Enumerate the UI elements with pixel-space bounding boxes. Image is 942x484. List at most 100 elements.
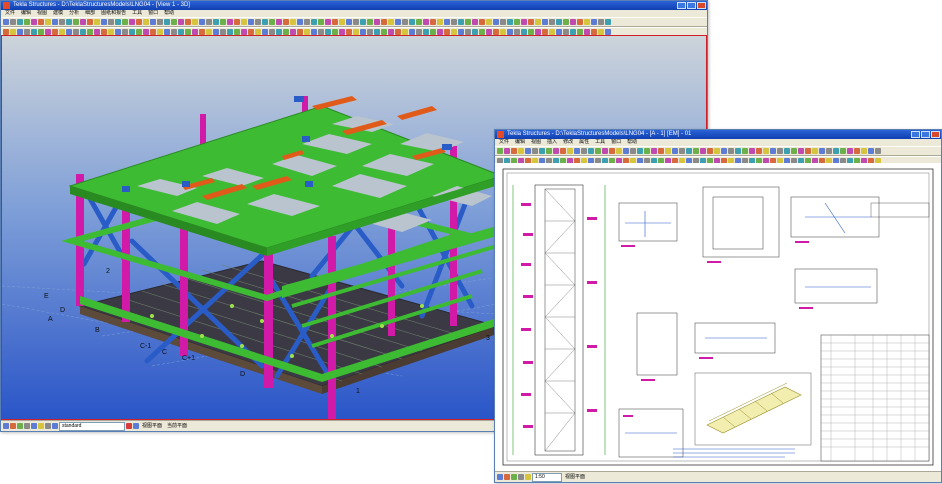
toolbar-button-icon[interactable] xyxy=(164,19,170,25)
snap-tool-icon[interactable] xyxy=(518,474,524,480)
toolbar-button-icon[interactable] xyxy=(157,19,163,25)
toolbar-button-icon[interactable] xyxy=(602,148,608,154)
toolbar-button-icon[interactable] xyxy=(374,19,380,25)
toolbar-button-icon[interactable] xyxy=(3,19,9,25)
toolbar-button-icon[interactable] xyxy=(332,19,338,25)
toolbar-button-icon[interactable] xyxy=(353,19,359,25)
toolbar-button-icon[interactable] xyxy=(311,19,317,25)
toolbar-button-icon[interactable] xyxy=(763,148,769,154)
menu-item[interactable]: 插入 xyxy=(547,139,557,146)
toolbar-button-icon[interactable] xyxy=(539,148,545,154)
view-plane-label[interactable]: 当前平面 xyxy=(165,422,189,430)
toolbar-button-icon[interactable] xyxy=(136,19,142,25)
toolbar-button-icon[interactable] xyxy=(588,148,594,154)
toolbar-button-icon[interactable] xyxy=(122,19,128,25)
toolbar-button-icon[interactable] xyxy=(500,19,506,25)
toolbar-button-icon[interactable] xyxy=(472,19,478,25)
filter-icon[interactable] xyxy=(126,423,132,429)
toolbar-button-icon[interactable] xyxy=(430,19,436,25)
filter-icon[interactable] xyxy=(133,423,139,429)
toolbar-button-icon[interactable] xyxy=(819,148,825,154)
toolbar-button-icon[interactable] xyxy=(514,19,520,25)
toolbar-button-icon[interactable] xyxy=(367,19,373,25)
toolbar-button-icon[interactable] xyxy=(791,148,797,154)
menu-item[interactable]: 编辑 xyxy=(515,139,525,146)
toolbar-button-icon[interactable] xyxy=(560,148,566,154)
toolbar-button-icon[interactable] xyxy=(479,19,485,25)
toolbar-button-icon[interactable] xyxy=(798,148,804,154)
menu-item[interactable]: 窗口 xyxy=(148,10,158,17)
toolbar-button-icon[interactable] xyxy=(388,19,394,25)
toolbar-button-icon[interactable] xyxy=(234,19,240,25)
toolbar-button-icon[interactable] xyxy=(465,19,471,25)
toolbar-button-icon[interactable] xyxy=(679,148,685,154)
menu-item[interactable]: 属性 xyxy=(579,139,589,146)
toolbar-button-icon[interactable] xyxy=(868,148,874,154)
toolbar-button-icon[interactable] xyxy=(10,19,16,25)
toolbar-button-icon[interactable] xyxy=(178,19,184,25)
toolbar-button-icon[interactable] xyxy=(185,19,191,25)
toolbar-button-icon[interactable] xyxy=(17,19,23,25)
toolbar-button-icon[interactable] xyxy=(532,148,538,154)
toolbar-button-icon[interactable] xyxy=(658,148,664,154)
menu-item[interactable]: 文件 xyxy=(5,10,15,17)
toolbar-button-icon[interactable] xyxy=(570,19,576,25)
toolbar-button-icon[interactable] xyxy=(192,19,198,25)
toolbar-button-icon[interactable] xyxy=(756,148,762,154)
toolbar-button-icon[interactable] xyxy=(577,19,583,25)
toolbar-button-icon[interactable] xyxy=(241,19,247,25)
toolbar-button-icon[interactable] xyxy=(861,148,867,154)
toolbar-button-icon[interactable] xyxy=(784,148,790,154)
toolbar-button-icon[interactable] xyxy=(269,19,275,25)
toolbar-button-icon[interactable] xyxy=(486,19,492,25)
snap-tool-icon[interactable] xyxy=(504,474,510,480)
toolbar-button-icon[interactable] xyxy=(24,19,30,25)
toolbar-button-icon[interactable] xyxy=(318,19,324,25)
toolbar-button-icon[interactable] xyxy=(497,148,503,154)
toolbar-button-icon[interactable] xyxy=(728,148,734,154)
toolbar-button-icon[interactable] xyxy=(451,19,457,25)
toolbar-button-icon[interactable] xyxy=(812,148,818,154)
scale-select[interactable]: 1:50 xyxy=(532,472,562,482)
selection-filter-select[interactable]: standard xyxy=(59,421,125,431)
toolbar-button-icon[interactable] xyxy=(206,19,212,25)
toolbar-button-icon[interactable] xyxy=(129,19,135,25)
toolbar-button-icon[interactable] xyxy=(409,19,415,25)
toolbar-button-icon[interactable] xyxy=(115,19,121,25)
toolbar-button-icon[interactable] xyxy=(262,19,268,25)
toolbar-button-icon[interactable] xyxy=(549,19,555,25)
select-tool-icon[interactable] xyxy=(497,474,503,480)
toolbar-button-icon[interactable] xyxy=(584,19,590,25)
toolbar-button-icon[interactable] xyxy=(721,148,727,154)
toolbar-button-icon[interactable] xyxy=(416,19,422,25)
toolbar-button-icon[interactable] xyxy=(290,19,296,25)
toolbar-button-icon[interactable] xyxy=(493,19,499,25)
toolbar-button-icon[interactable] xyxy=(707,148,713,154)
toolbar-button-icon[interactable] xyxy=(686,148,692,154)
toolbar-button-icon[interactable] xyxy=(101,19,107,25)
toolbar-button-icon[interactable] xyxy=(616,148,622,154)
toolbar-button-icon[interactable] xyxy=(521,19,527,25)
toolbar-button-icon[interactable] xyxy=(66,19,72,25)
toolbar-button-icon[interactable] xyxy=(59,19,65,25)
menu-item[interactable]: 细部 xyxy=(85,10,95,17)
toolbar-button-icon[interactable] xyxy=(199,19,205,25)
toolbar-button-icon[interactable] xyxy=(833,148,839,154)
toolbar-button-icon[interactable] xyxy=(637,148,643,154)
toolbar-button-icon[interactable] xyxy=(150,19,156,25)
toolbar-button-icon[interactable] xyxy=(87,19,93,25)
toolbar-button-icon[interactable] xyxy=(742,148,748,154)
toolbar-button-icon[interactable] xyxy=(826,148,832,154)
toolbar-button-icon[interactable] xyxy=(651,148,657,154)
toolbar-button-icon[interactable] xyxy=(444,19,450,25)
minimize-button[interactable] xyxy=(677,2,686,9)
minimize-button[interactable] xyxy=(911,131,920,138)
toolbar-button-icon[interactable] xyxy=(535,19,541,25)
snap-tool-icon[interactable] xyxy=(45,423,51,429)
toolbar-button-icon[interactable] xyxy=(749,148,755,154)
toolbar-button-icon[interactable] xyxy=(735,148,741,154)
toolbar-button-icon[interactable] xyxy=(546,148,552,154)
toolbar-button-icon[interactable] xyxy=(423,19,429,25)
menu-item[interactable]: 编辑 xyxy=(21,10,31,17)
toolbar-button-icon[interactable] xyxy=(45,19,51,25)
